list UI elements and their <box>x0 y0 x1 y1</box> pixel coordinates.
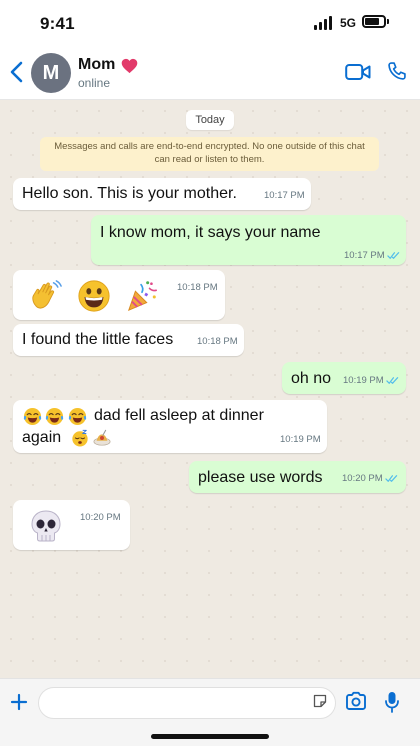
message-bubble-incoming[interactable]: Hello son. This is your mother. 10:17 PM <box>13 178 311 210</box>
message-bubble-incoming[interactable]: I found the little faces 10:18 PM <box>13 324 244 356</box>
message-time: 10:20 PM <box>342 473 383 484</box>
contact-avatar[interactable]: M <box>31 53 71 93</box>
sticker-icon[interactable] <box>312 693 328 709</box>
contact-status: online <box>78 76 111 90</box>
message-text-line1: dad fell asleep at dinner <box>94 407 264 424</box>
message-bubble-incoming[interactable]: 10:20 PM <box>13 500 130 550</box>
chat-header: M Mom online <box>0 46 420 100</box>
message-text: oh no <box>291 370 332 387</box>
tears-of-joy-emoji-icon <box>45 407 64 426</box>
sleeping-face-emoji-icon <box>72 429 88 447</box>
status-bar: 9:41 5G <box>0 0 420 46</box>
status-time: 9:41 <box>40 14 75 33</box>
message-time: 10:17 PM <box>264 190 305 201</box>
message-bubble-incoming[interactable]: 10:18 PM <box>13 270 225 320</box>
message-time: 10:20 PM <box>80 512 121 523</box>
party-popper-emoji-icon <box>127 281 158 312</box>
message-bubble-outgoing[interactable]: oh no 10:19 PM <box>282 362 406 394</box>
message-text: I know mom, it says your name <box>100 224 321 241</box>
date-chip: Today <box>186 110 234 130</box>
message-text: Hello son. This is your mother. <box>22 185 237 202</box>
phone-screen: 9:41 5G M Mom online Today Messages and … <box>0 0 420 746</box>
home-indicator <box>151 734 269 739</box>
network-label: 5G <box>340 16 357 30</box>
tears-of-joy-emoji-icon <box>68 407 87 426</box>
phone-call-icon[interactable] <box>387 61 407 81</box>
message-time: 10:19 PM <box>343 375 384 386</box>
read-ticks-icon <box>385 475 398 482</box>
message-bubble-outgoing[interactable]: I know mom, it says your name 10:17 PM <box>91 215 406 265</box>
message-bubble-outgoing[interactable]: please use words 10:20 PM <box>189 461 406 493</box>
message-text: please use words <box>198 469 323 486</box>
waving-hand-emoji-icon <box>32 280 62 309</box>
plus-icon[interactable] <box>10 693 28 711</box>
message-bubble-incoming[interactable]: dad fell asleep at dinner again 10:19 PM <box>13 400 327 453</box>
grinning-face-emoji-icon <box>78 280 110 312</box>
signal-icon <box>314 16 334 30</box>
message-time: 10:18 PM <box>177 282 218 293</box>
microphone-icon[interactable] <box>385 691 399 713</box>
skull-emoji-icon <box>31 510 61 542</box>
battery-icon <box>362 15 386 28</box>
heart-icon <box>121 58 138 74</box>
back-chevron-icon[interactable] <box>8 60 26 84</box>
message-time: 10:19 PM <box>280 434 321 445</box>
message-time: 10:17 PM <box>344 250 385 261</box>
read-ticks-icon <box>387 252 400 259</box>
message-input[interactable] <box>38 687 336 719</box>
message-time: 10:18 PM <box>197 336 238 347</box>
message-text: I found the little faces <box>22 331 174 348</box>
spaghetti-emoji-icon <box>93 429 111 446</box>
contact-name[interactable]: Mom <box>78 56 115 74</box>
message-text-line2: again <box>22 429 62 446</box>
encryption-notice[interactable]: Messages and calls are end-to-end encryp… <box>40 137 379 171</box>
tears-of-joy-emoji-icon <box>23 407 42 426</box>
read-ticks-icon <box>386 377 399 384</box>
battery-tip <box>387 19 389 24</box>
camera-icon[interactable] <box>345 691 367 711</box>
video-call-icon[interactable] <box>345 63 371 81</box>
